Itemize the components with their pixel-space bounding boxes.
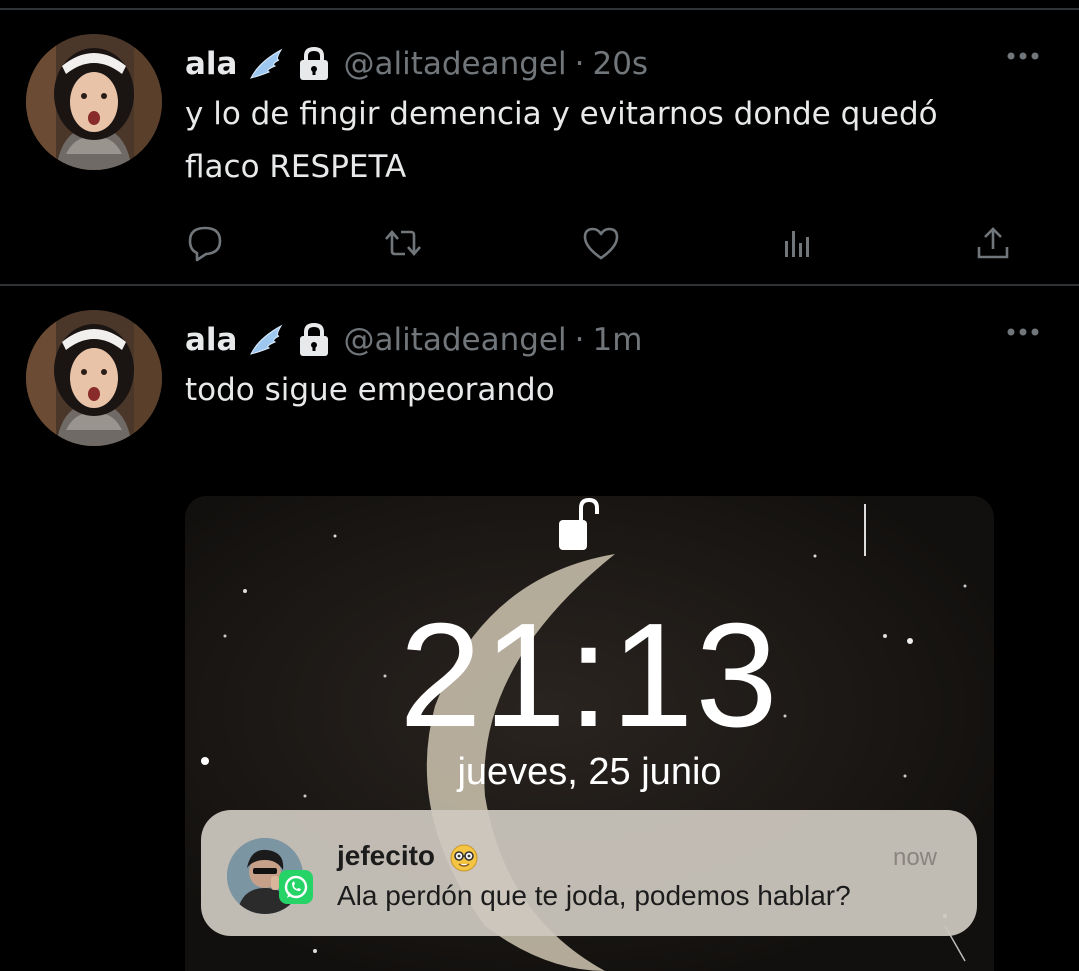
handle[interactable]: @alitadeangel [343, 46, 566, 82]
display-name[interactable]: ala [185, 322, 237, 358]
display-name[interactable]: ala [185, 46, 237, 82]
analytics-icon [785, 231, 809, 257]
retweet-button[interactable] [380, 220, 426, 266]
avatar[interactable] [26, 310, 162, 446]
tweet-header: ala @alitadeangel · 20s [185, 34, 648, 94]
tweet-text: todo sigue empeorando [185, 364, 1045, 417]
share-icon [977, 227, 1009, 259]
share-button[interactable] [970, 220, 1016, 266]
handle[interactable]: @alitadeangel [343, 322, 566, 358]
like-icon [583, 227, 619, 260]
analytics-button[interactable] [774, 220, 820, 266]
tweet-1[interactable]: ala @alitadeangel · 20s y lo de fingir d… [0, 34, 1079, 284]
tweet-actions [0, 220, 1079, 270]
lock-icon [297, 47, 331, 81]
lockscreen-clock: 21:13 [399, 593, 780, 758]
more-options-icon[interactable] [1003, 46, 1043, 66]
avatar[interactable] [26, 34, 162, 170]
separator-dot: · [574, 322, 585, 358]
reply-button[interactable] [182, 220, 228, 266]
notification-sender: jefecito [337, 840, 479, 873]
tweet-text-line: todo sigue empeorando [185, 372, 555, 408]
wing-icon [249, 48, 285, 80]
tweet-divider [0, 284, 1079, 286]
unlocked-icon [559, 498, 599, 550]
more-options-icon[interactable] [1003, 322, 1043, 342]
whatsapp-notification[interactable]: jefecito now Ala perdón que te joda, pod… [201, 810, 977, 936]
wing-icon [249, 324, 285, 356]
tweet-text: y lo de fingir demencia y evitarnos dond… [185, 88, 1045, 194]
tweet-header: ala @alitadeangel · 1m [185, 310, 642, 370]
sender-name: jefecito [337, 840, 436, 871]
notification-message: Ala perdón que te joda, podemos hablar? [337, 880, 851, 911]
tweet-text-line: flaco RESPETA [185, 149, 407, 185]
timestamp[interactable]: 20s [592, 46, 648, 82]
separator-dot: · [574, 46, 585, 82]
whatsapp-icon [279, 870, 313, 904]
retweet-icon [385, 230, 421, 256]
nerd-face-emoji-icon [450, 844, 478, 872]
top-divider [0, 8, 1079, 10]
like-button[interactable] [578, 220, 624, 266]
reply-icon [188, 226, 222, 262]
tweet-media-image[interactable]: 21:13 jueves, 25 junio jefecito now Ala … [185, 496, 994, 971]
lock-icon [297, 323, 331, 357]
tweet-text-line: y lo de fingir demencia y evitarnos dond… [185, 96, 938, 132]
lockscreen-date: jueves, 25 junio [457, 751, 722, 793]
notification-time: now [892, 844, 937, 871]
timestamp[interactable]: 1m [592, 322, 642, 358]
